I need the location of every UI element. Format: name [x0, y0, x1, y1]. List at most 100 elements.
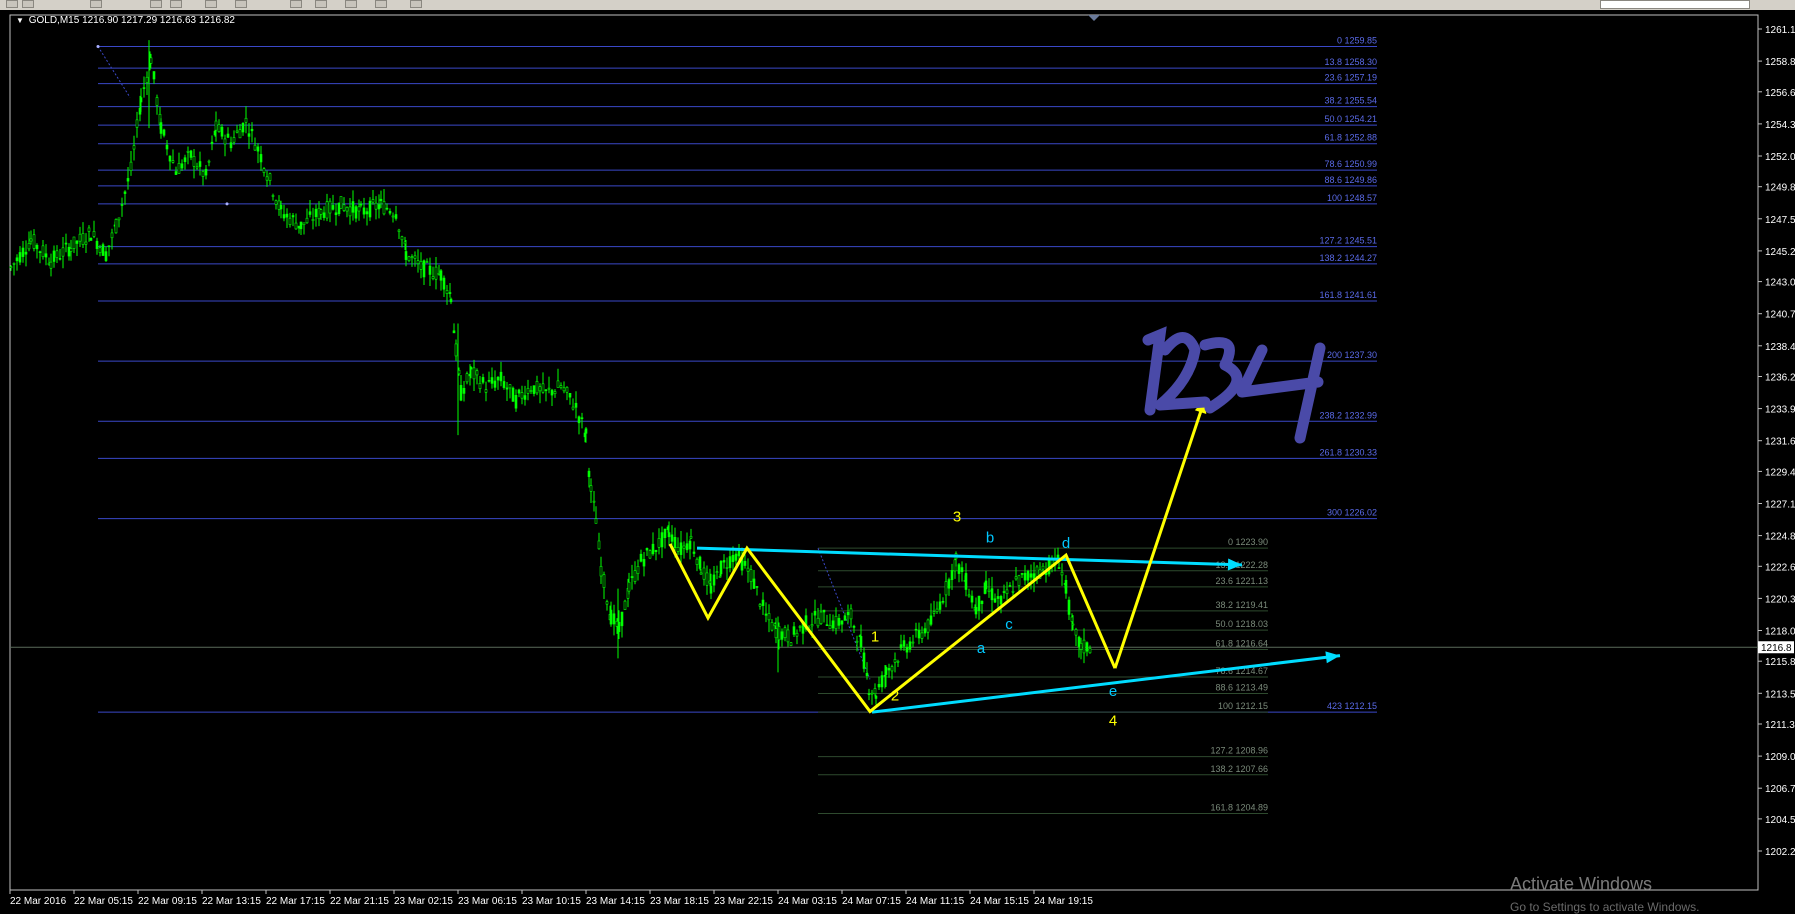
- candle-body: [1008, 585, 1012, 587]
- candle-body: [685, 543, 689, 551]
- candle-body: [226, 133, 230, 138]
- candle-body: [15, 257, 19, 262]
- crosshair-icon[interactable]: [90, 0, 102, 8]
- candle-body: [974, 607, 978, 615]
- candle-body: [1026, 571, 1030, 581]
- new-order-icon[interactable]: [6, 0, 18, 8]
- fib-level-label: 161.8 1241.61: [1319, 290, 1377, 300]
- candle-body: [623, 600, 627, 610]
- price-axis-label: 1254.3: [1765, 120, 1795, 131]
- candle-body: [1020, 573, 1024, 575]
- candle-body: [627, 581, 631, 592]
- candle-body: [967, 594, 971, 597]
- candle-body: [574, 402, 578, 408]
- fib-level-label: 61.8 1252.88: [1324, 133, 1377, 143]
- candle-body: [382, 201, 386, 215]
- lower-trendline: [871, 651, 1341, 714]
- fib-level-label: 88.6 1213.49: [1215, 682, 1268, 692]
- template-icon[interactable]: [410, 0, 422, 8]
- candle-body: [728, 556, 732, 568]
- candle-body: [571, 406, 575, 410]
- wave-label-3: 3: [953, 509, 961, 526]
- candle-body: [379, 198, 383, 202]
- candle-body: [104, 251, 108, 261]
- candle-body: [496, 376, 500, 381]
- candle-body: [1071, 623, 1075, 626]
- candle-body: [235, 130, 239, 133]
- candle-body: [149, 57, 153, 64]
- candle-body: [223, 138, 227, 145]
- price-chart-canvas[interactable]: 1261.11258.81256.61254.31252.01249.81247…: [0, 10, 1795, 908]
- line-tool-icon[interactable]: [150, 0, 162, 8]
- candle-body: [859, 636, 863, 648]
- projected-breakout-arrow-line: [1113, 398, 1207, 669]
- candle-body: [285, 213, 289, 218]
- candle-body: [705, 572, 709, 586]
- candle-body: [587, 470, 591, 477]
- candle-body: [633, 570, 637, 582]
- candle-body: [990, 588, 994, 601]
- candle-body: [84, 241, 88, 245]
- chart-window[interactable]: 1261.1 1258.8 1256.6 1254.3 1252.0 1249.8 1247…: [0, 10, 1795, 914]
- candle-body: [553, 391, 557, 394]
- candle-body: [862, 652, 866, 669]
- candle-body: [987, 589, 991, 592]
- candle-body: [977, 595, 981, 611]
- wave-label-d: d: [1062, 535, 1070, 552]
- candle-body: [923, 628, 927, 634]
- candle-body: [305, 217, 309, 224]
- candle-body: [469, 367, 473, 370]
- fib-anchor-point: [96, 44, 100, 48]
- candle-body: [217, 124, 221, 133]
- fib-level-label: 50.0 1254.21: [1324, 114, 1377, 124]
- candle-body: [58, 258, 62, 260]
- candle-body: [55, 250, 59, 258]
- candle-body: [462, 388, 466, 394]
- candle-body: [189, 150, 193, 158]
- zoom-in-icon[interactable]: [290, 0, 302, 8]
- candle-body: [592, 500, 596, 503]
- channel-tool-icon[interactable]: [170, 0, 182, 8]
- candle-body: [722, 560, 726, 563]
- text-tool-icon[interactable]: [235, 0, 247, 8]
- candle-body: [846, 612, 850, 616]
- dropdown-triangle-icon[interactable]: ▼: [16, 16, 24, 25]
- candle-body: [960, 567, 964, 572]
- candle-body: [599, 566, 603, 577]
- candle-body: [1023, 572, 1027, 581]
- time-axis-label: 24 Mar 11:15: [906, 896, 965, 907]
- candle-body: [391, 215, 395, 218]
- candle-body: [475, 370, 479, 376]
- time-axis-label: 23 Mar 02:15: [394, 896, 453, 907]
- fibonacci-tool-icon[interactable]: [205, 0, 217, 8]
- fib-level-label: 300 1226.02: [1327, 508, 1377, 518]
- fib-level-label: 261.8 1230.33: [1319, 447, 1377, 457]
- add-indicator-icon[interactable]: [345, 0, 357, 8]
- wave-label-1: 1: [871, 629, 879, 646]
- search-field[interactable]: [1600, 0, 1750, 9]
- candle-body: [195, 166, 199, 169]
- price-axis-label: 1227.1: [1765, 499, 1795, 510]
- candle-body: [95, 240, 99, 249]
- candle-body: [970, 595, 974, 603]
- candle-body: [873, 688, 877, 695]
- candle-body: [478, 382, 482, 389]
- chart-icon[interactable]: [22, 0, 34, 8]
- candle-body: [145, 76, 149, 83]
- candle-body: [648, 550, 652, 559]
- candle-body: [319, 209, 323, 215]
- candle-body: [980, 600, 984, 605]
- clock-icon[interactable]: [375, 0, 387, 8]
- candle-body: [357, 206, 361, 212]
- chart-shift-marker: [1088, 15, 1100, 21]
- candle-body: [855, 640, 859, 643]
- fib-level-label: 88.6 1249.86: [1324, 175, 1377, 185]
- symbol-header: ▼ GOLD,M15 1216.90 1217.29 1216.63 1216.…: [16, 15, 235, 26]
- zoom-out-icon[interactable]: [315, 0, 327, 8]
- candle-body: [385, 207, 389, 210]
- candle-body: [715, 571, 719, 574]
- price-axis-label: 1240.7: [1765, 310, 1795, 321]
- candle-body: [699, 572, 703, 575]
- fib-level-label: 38.2 1255.54: [1324, 96, 1377, 106]
- candlestick-series: [9, 40, 1092, 705]
